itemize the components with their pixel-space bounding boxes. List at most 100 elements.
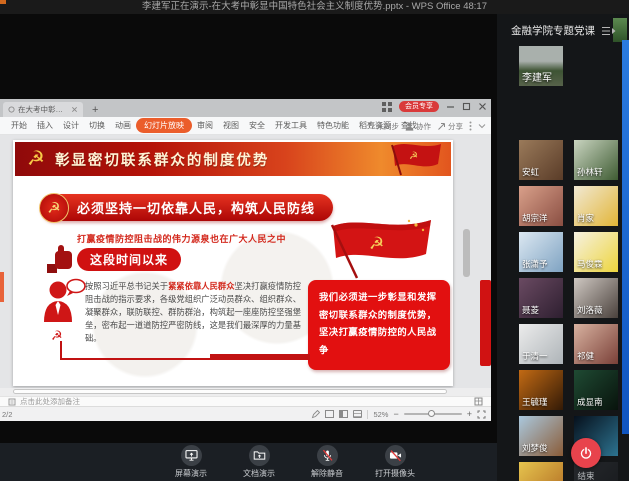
member-promo-button[interactable]: 会员专享 [399, 101, 439, 112]
svg-text:☭: ☭ [369, 234, 384, 253]
camera-off-icon[interactable] [385, 445, 406, 466]
collapse-panel-icon[interactable] [601, 26, 616, 36]
ribbon-tab-动画[interactable]: 动画 [110, 118, 136, 133]
zoom-slider[interactable] [404, 413, 462, 415]
vertical-scrollbar[interactable] [463, 229, 470, 277]
ribbon-tab-插入[interactable]: 插入 [32, 118, 58, 133]
end-meeting-label: 结束 [577, 470, 594, 481]
participant-tile[interactable]: 祁健 [574, 324, 618, 364]
toolbar-button-label: 文档演示 [243, 468, 275, 479]
participant-tile[interactable]: 马俊霖 [574, 232, 618, 272]
banner-text: 必须坚持一切依靠人民，构筑人民防线 [77, 198, 315, 217]
participant-tile[interactable]: 张潇予 [519, 232, 563, 272]
ribbon-tab-幻灯片放映[interactable]: 幻灯片放映 [136, 118, 192, 133]
right-red-bar [480, 280, 491, 366]
notes-expand-icon[interactable] [474, 397, 483, 406]
participant-name: 张潇予 [522, 258, 548, 270]
wps-status-bar: 2/2 52% − + [0, 406, 491, 421]
thumbnail-panel-sliver [0, 272, 4, 302]
share-button[interactable]: 分享 [437, 121, 463, 132]
participant-tile[interactable]: 胡宗洋 [519, 186, 563, 226]
slide[interactable]: ☭ 彰显密切联系群众的制度优势 ☭ ☭ 必须坚持一切依靠人民，构筑人民防线 [13, 140, 453, 386]
presenter-name: 李建军 [522, 69, 552, 84]
ribbon-tab-设计[interactable]: 设计 [58, 118, 84, 133]
share-icon [437, 122, 446, 131]
mic-muted-icon[interactable] [317, 445, 338, 466]
fist-icon [46, 245, 74, 275]
participant-tile[interactable]: 于清一 [519, 324, 563, 364]
horizontal-scrollbar[interactable] [13, 389, 447, 394]
participant-tile[interactable]: 孙林轩 [574, 140, 618, 180]
wps-office-window: 在大考中彰显中国特色社会主义制度优势 + 会员专享 开始插入设计切换动画幻灯片放… [0, 99, 491, 421]
tabbar-right-controls: 会员专享 [382, 101, 487, 112]
slide-edit-canvas[interactable]: ☭ 彰显密切联系群众的制度优势 ☭ ☭ 必须坚持一切依靠人民，构筑人民防线 [0, 135, 491, 388]
slideshow-view-icon[interactable] [353, 410, 362, 418]
sync-status-button[interactable]: ↻ 未同步 [368, 121, 399, 132]
participant-tile[interactable]: 王毓瑾 [519, 370, 563, 410]
apps-grid-icon[interactable] [382, 102, 392, 112]
toolbar-button-屏幕演示[interactable]: 屏幕演示 [168, 443, 214, 479]
participant-tile[interactable]: 肖家 [574, 186, 618, 226]
participant-name: 王毓瑾 [522, 396, 548, 408]
slide-sorter-view-icon[interactable] [339, 410, 348, 418]
slide-paragraph: 按照习近平总书记关于紧紧依靠人民群众坚决打赢疫情防控阻击战的指示要求，各级党组织… [85, 280, 301, 345]
zoom-in-button[interactable]: + [467, 409, 472, 419]
connector-line-vertical [60, 341, 62, 358]
ribbon-tab-审阅[interactable]: 审阅 [192, 118, 218, 133]
collaborate-button[interactable]: 协作 [405, 121, 431, 132]
screen-share-icon[interactable] [181, 445, 202, 466]
participant-name: 孙林轩 [577, 166, 603, 178]
toolbar-button-打开摄像头[interactable]: 打开摄像头 [372, 443, 418, 479]
slide-header-banner: ☭ 彰显密切联系群众的制度优势 ☭ [15, 142, 451, 176]
participant-tile[interactable]: 刘梦俊 [519, 416, 563, 456]
close-icon[interactable] [478, 102, 487, 111]
ribbon-tab-安全[interactable]: 安全 [244, 118, 270, 133]
notes-icon [8, 398, 16, 406]
presenter-video-tile[interactable]: 李建军 [519, 46, 563, 86]
banner-emblem-icon: ☭ [39, 193, 69, 223]
ribbon-tab-开始[interactable]: 开始 [6, 118, 32, 133]
toolbar-button-文档演示[interactable]: 文档演示 [236, 443, 282, 479]
sync-icon: ↻ [368, 122, 375, 131]
new-tab-button[interactable]: + [89, 103, 101, 117]
doc-share-icon[interactable] [249, 445, 270, 466]
meeting-room-title: 金融学院专题党课 [511, 23, 595, 38]
pen-icon[interactable] [311, 410, 320, 419]
document-tab[interactable]: 在大考中彰显中国特色社会主义制度优势 [3, 102, 83, 117]
presenting-title-bar: 李建军正在演示-在大考中彰显中国特色社会主义制度优势.pptx - WPS Of… [0, 0, 629, 14]
toolbar-button-label: 解除静音 [311, 468, 343, 479]
notes-bar[interactable]: 点击此处添加备注 [0, 396, 491, 406]
participant-tile[interactable]: 刘洛薇 [574, 278, 618, 318]
zoom-slider-knob[interactable] [428, 410, 435, 417]
party-emblem-icon: ☭ [27, 149, 45, 169]
participant-tile[interactable]: 成显南 [574, 370, 618, 410]
minimize-icon[interactable] [446, 102, 455, 111]
end-meeting-button[interactable] [571, 438, 601, 468]
participant-tile[interactable]: 聂菱 [519, 278, 563, 318]
ribbon-tab-视图[interactable]: 视图 [218, 118, 244, 133]
participant-name: 刘梦俊 [522, 442, 548, 454]
more-options-icon[interactable] [469, 121, 472, 131]
status-divider [367, 410, 368, 419]
notes-placeholder[interactable]: 点击此处添加备注 [20, 397, 80, 407]
restore-icon[interactable] [462, 102, 471, 111]
ribbon-tab-开发工具[interactable]: 开发工具 [270, 118, 312, 133]
participant-name: 聂菱 [522, 304, 539, 316]
sidebar-header: 金融学院专题党课 [511, 23, 621, 38]
time-pill: 这段时间以来 [77, 248, 181, 271]
zoom-out-button[interactable]: − [393, 409, 398, 419]
participant-name: 于清一 [522, 350, 548, 362]
participant-tile[interactable] [519, 462, 563, 481]
ribbon-tab-特色功能[interactable]: 特色功能 [312, 118, 354, 133]
participant-tile[interactable]: 安虹 [519, 140, 563, 180]
normal-view-icon[interactable] [325, 410, 334, 418]
ribbon-tab-切换[interactable]: 切换 [84, 118, 110, 133]
collapse-ribbon-icon[interactable] [478, 123, 486, 129]
zoom-level[interactable]: 52% [373, 410, 388, 419]
meeting-sidebar: 金融学院专题党课 李建军 安虹孙林轩胡宗洋肖家张潇予 马俊霖聂菱 刘洛薇于清一 祁健王… [497, 14, 629, 481]
toolbar-button-label: 打开摄像头 [375, 468, 415, 479]
tab-close-icon[interactable] [71, 106, 78, 113]
fullscreen-icon[interactable] [477, 410, 486, 419]
toolbar-button-解除静音[interactable]: 解除静音 [304, 443, 350, 479]
meeting-toolbar: 屏幕演示文档演示 解除静音 打开摄像头 [0, 443, 497, 481]
